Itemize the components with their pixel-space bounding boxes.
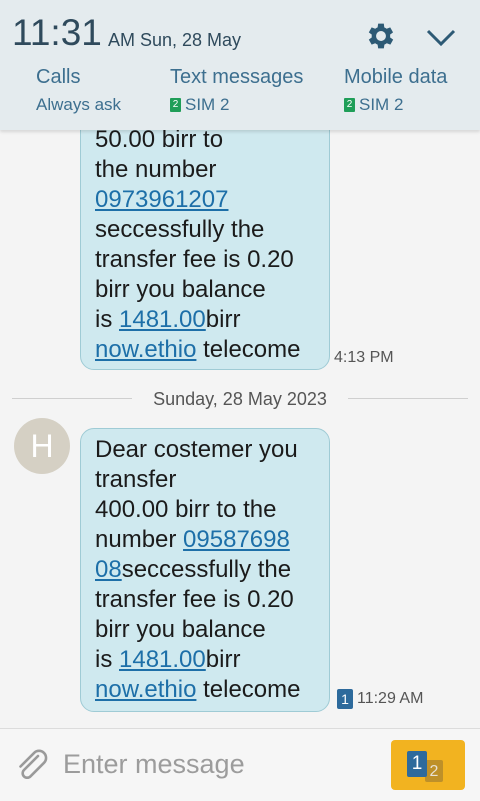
calls-value: Always ask — [36, 95, 121, 115]
message-time: 11:29 AM — [357, 690, 424, 708]
link-suffix: telecome — [196, 336, 301, 363]
sim2-icon: 2 — [170, 98, 181, 112]
message-line: Dear costemer you — [95, 436, 298, 463]
web-link[interactable]: now.ethio — [95, 676, 196, 703]
message-line: seccessfully the — [95, 216, 265, 243]
message-time: 4:13 PM — [334, 349, 394, 366]
balance-link[interactable]: 1481.00 — [119, 646, 206, 673]
calls-value-label: Always ask — [36, 95, 122, 114]
paperclip-icon[interactable] — [14, 747, 50, 783]
date-separator: Sunday, 28 May 2023 — [0, 386, 480, 414]
balance-prefix: is — [95, 646, 119, 673]
balance-prefix: is — [95, 306, 119, 333]
web-link[interactable]: now.ethio — [95, 336, 196, 363]
phone-number-link[interactable]: 0973961207 — [95, 186, 228, 213]
avatar[interactable]: H — [14, 418, 70, 474]
balance-suffix: birr — [205, 306, 241, 333]
quick-setting-calls[interactable]: Calls Always ask — [36, 66, 121, 115]
message-input[interactable]: Enter message — [63, 749, 245, 780]
status-clock: 11:31 — [12, 12, 102, 53]
message-bubble[interactable]: Dear costemer you transfer 400.00 birr t… — [80, 428, 330, 712]
message-line: transfer — [95, 466, 177, 493]
phone-number-link[interactable]: 08 — [95, 556, 122, 583]
mobile-data-value: 2 SIM 2 — [344, 95, 447, 115]
text-messages-value: 2 SIM 2 — [170, 95, 303, 115]
message-line: 400.00 birr to the — [95, 496, 277, 523]
calls-title: Calls — [36, 66, 81, 88]
status-date: AM Sun, 28 May — [108, 30, 242, 50]
notification-shade: 11:31 AM Sun, 28 May Calls Always ask Te… — [0, 0, 480, 130]
balance-suffix: birr — [205, 646, 241, 673]
message-time-row: 1 11:29 AM — [337, 689, 423, 709]
sim1-icon: 1 — [407, 751, 427, 777]
balance-link[interactable]: 1481.00 — [119, 306, 206, 333]
sim1-icon: 1 — [337, 689, 353, 709]
text-messages-sim-label: SIM 2 — [185, 95, 230, 114]
quick-setting-mobile-data[interactable]: Mobile data 2 SIM 2 — [344, 66, 447, 115]
message-composer: Enter message 2 1 — [0, 728, 480, 801]
sim2-icon: 2 — [344, 98, 355, 112]
mobile-data-sim-label: SIM 2 — [359, 95, 404, 114]
number-prefix: number — [95, 526, 184, 553]
text-messages-title: Text messages — [170, 66, 304, 88]
chevron-down-icon[interactable] — [424, 22, 458, 52]
message-line: transfer fee is 0.20 — [95, 246, 294, 273]
quick-setting-text-messages[interactable]: Text messages 2 SIM 2 — [170, 66, 303, 115]
message-line: birr you balance — [95, 616, 266, 643]
message-line: birr you balance — [95, 276, 266, 303]
date-separator-label: Sunday, 28 May 2023 — [153, 389, 327, 409]
link-suffix: telecome — [196, 676, 301, 703]
send-button[interactable]: 2 1 — [391, 740, 465, 790]
message-line: transfer fee is 0.20 — [95, 586, 294, 613]
sim2-icon: 2 — [425, 760, 443, 782]
phone-number-link[interactable]: 09587698 — [183, 526, 290, 553]
number-suffix: seccessfully the — [121, 556, 292, 583]
gear-icon[interactable] — [364, 19, 398, 53]
mobile-data-title: Mobile data — [344, 66, 448, 88]
message-line: the number — [95, 156, 217, 183]
